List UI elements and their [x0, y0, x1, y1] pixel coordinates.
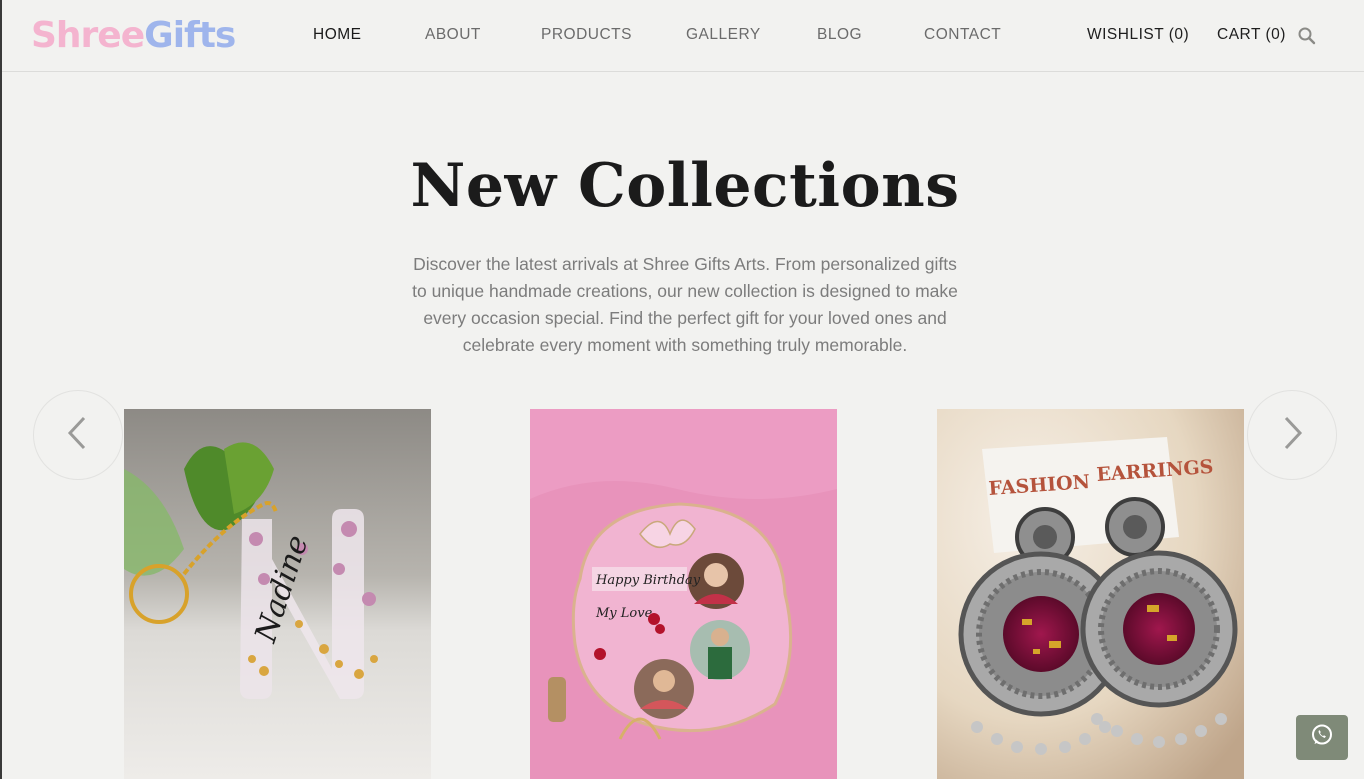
product-card-photo-frame[interactable]: Happy Birthday My Love [530, 409, 837, 779]
frame-text-happy-birthday: Happy Birthday [595, 573, 701, 588]
carousel-prev-button[interactable] [33, 390, 123, 480]
brand-name-part2: Gifts [144, 15, 236, 56]
nav-about[interactable]: ABOUT [425, 25, 481, 45]
product-card-keychain[interactable]: Nadine [124, 409, 431, 779]
site-header: ShreeGifts HOME ABOUT PRODUCTS GALLERY B… [2, 0, 1364, 72]
product-image-photo-frame: Happy Birthday My Love [530, 409, 837, 779]
carousel-next-button[interactable] [1247, 390, 1337, 480]
nav-gallery[interactable]: GALLERY [686, 25, 761, 45]
frame-text-my-love: My Love [595, 606, 653, 621]
page-title: New Collections [410, 151, 960, 221]
product-image-earrings: FASHION EARRINGS [937, 409, 1244, 779]
nav-blog[interactable]: BLOG [817, 25, 862, 45]
hero-description: Discover the latest arrivals at Shree Gi… [412, 254, 958, 355]
brand-name-part1: Shree [31, 15, 145, 56]
product-image-keychain: Nadine [124, 409, 431, 779]
chevron-right-icon [1280, 415, 1304, 456]
nav-contact[interactable]: CONTACT [924, 25, 1001, 45]
whatsapp-icon [1310, 723, 1334, 752]
wishlist-link[interactable]: WISHLIST (0) [1087, 25, 1189, 45]
whatsapp-button[interactable] [1296, 715, 1348, 760]
brand-logo[interactable]: ShreeGifts [31, 14, 236, 58]
search-icon[interactable] [1297, 26, 1317, 46]
chevron-left-icon [66, 415, 90, 456]
nav-home[interactable]: HOME [313, 25, 362, 45]
nav-products[interactable]: PRODUCTS [541, 25, 632, 45]
product-card-earrings[interactable]: FASHION EARRINGS [937, 409, 1244, 779]
cart-link[interactable]: CART (0) [1217, 25, 1286, 45]
